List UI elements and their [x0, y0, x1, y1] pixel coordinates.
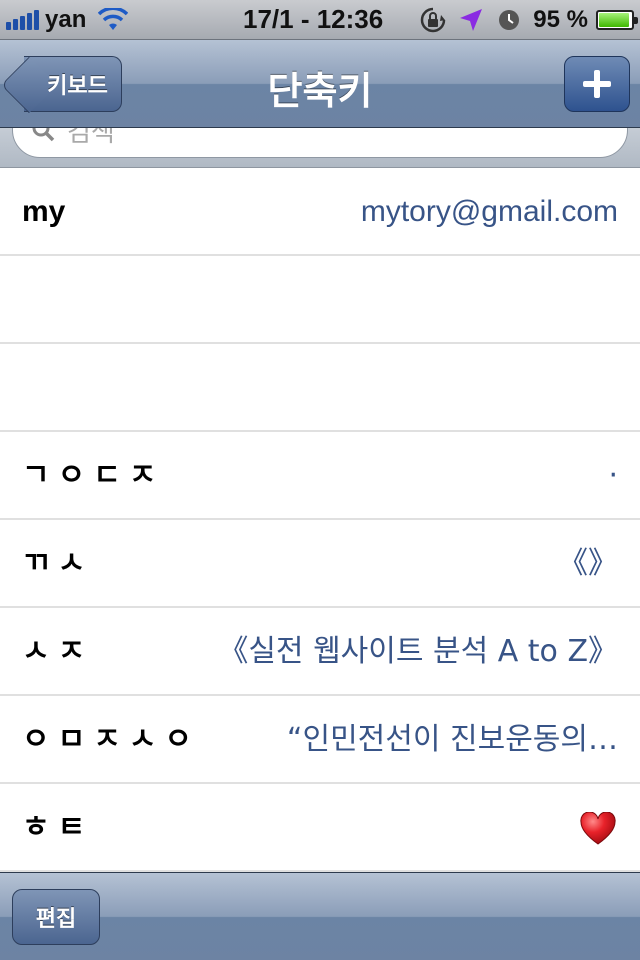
signal-bars-icon: [6, 10, 39, 30]
rotation-lock-icon: [421, 7, 446, 33]
shortcut-key: ㄱㅇㄷㅈ: [22, 458, 165, 493]
list-item[interactable]: ㅅㅈ 《실전 웹사이트 분석 A to Z》: [0, 608, 640, 696]
bottom-toolbar: 편집: [0, 872, 640, 960]
shortcut-key: ㅎㅌ: [22, 810, 94, 845]
shortcut-list: my mytory@gmail.com ㄱㅇㄷㅈ · ㄲㅅ 《》 ㅅㅈ 《실전 …: [0, 168, 640, 872]
battery-icon: [596, 10, 638, 30]
search-input[interactable]: 검색: [12, 128, 628, 158]
location-arrow-icon: [460, 9, 483, 31]
status-bar: yan 17/1 - 12:36 95 %: [0, 0, 640, 40]
shortcut-key: ㅇㅁㅈㅅㅇ: [22, 722, 200, 757]
shortcut-phrase: 《》: [558, 546, 618, 581]
list-item[interactable]: ㄱㅇㄷㅈ ·: [0, 432, 640, 520]
list-item[interactable]: my mytory@gmail.com: [0, 168, 640, 256]
back-button-label: 키보드: [47, 74, 108, 99]
alarm-clock-icon: [499, 10, 520, 30]
shortcut-phrase: mytory@gmail.com: [360, 195, 618, 228]
list-item[interactable]: [0, 344, 640, 432]
list-item[interactable]: [0, 256, 640, 344]
shortcut-key: ㄲㅅ: [22, 546, 94, 581]
shortcut-phrase: 《실전 웹사이트 분석 A to Z》: [218, 634, 618, 669]
shortcut-key: ㅅㅈ: [22, 634, 94, 669]
plus-icon: [583, 70, 611, 98]
shortcut-phrase: “인민전선이 진보운동의…: [286, 722, 618, 757]
status-right: 95 %: [419, 6, 638, 34]
list-item[interactable]: ㄲㅅ 《》: [0, 520, 640, 608]
battery-fill: [599, 13, 630, 27]
carrier-name: yan: [45, 6, 87, 33]
search-icon: [32, 128, 55, 142]
wifi-icon: [98, 8, 129, 30]
heart-icon: [580, 812, 616, 845]
search-bar: 검색: [0, 128, 640, 168]
shortcut-key: my: [22, 195, 66, 228]
list-item[interactable]: ㅇㅁㅈㅅㅇ “인민전선이 진보운동의…: [0, 696, 640, 784]
edit-button[interactable]: 편집: [12, 889, 100, 945]
search-placeholder: 검색: [67, 128, 115, 148]
list-item[interactable]: ㅎㅌ: [0, 784, 640, 872]
status-time: 17/1 - 12:36: [243, 4, 384, 34]
battery-percent: 95 %: [533, 6, 588, 33]
status-left: yan: [6, 6, 129, 34]
shortcut-phrase: ·: [608, 458, 618, 493]
add-shortcut-button[interactable]: [564, 56, 630, 112]
navigation-bar: 키보드 단축키: [0, 40, 640, 128]
